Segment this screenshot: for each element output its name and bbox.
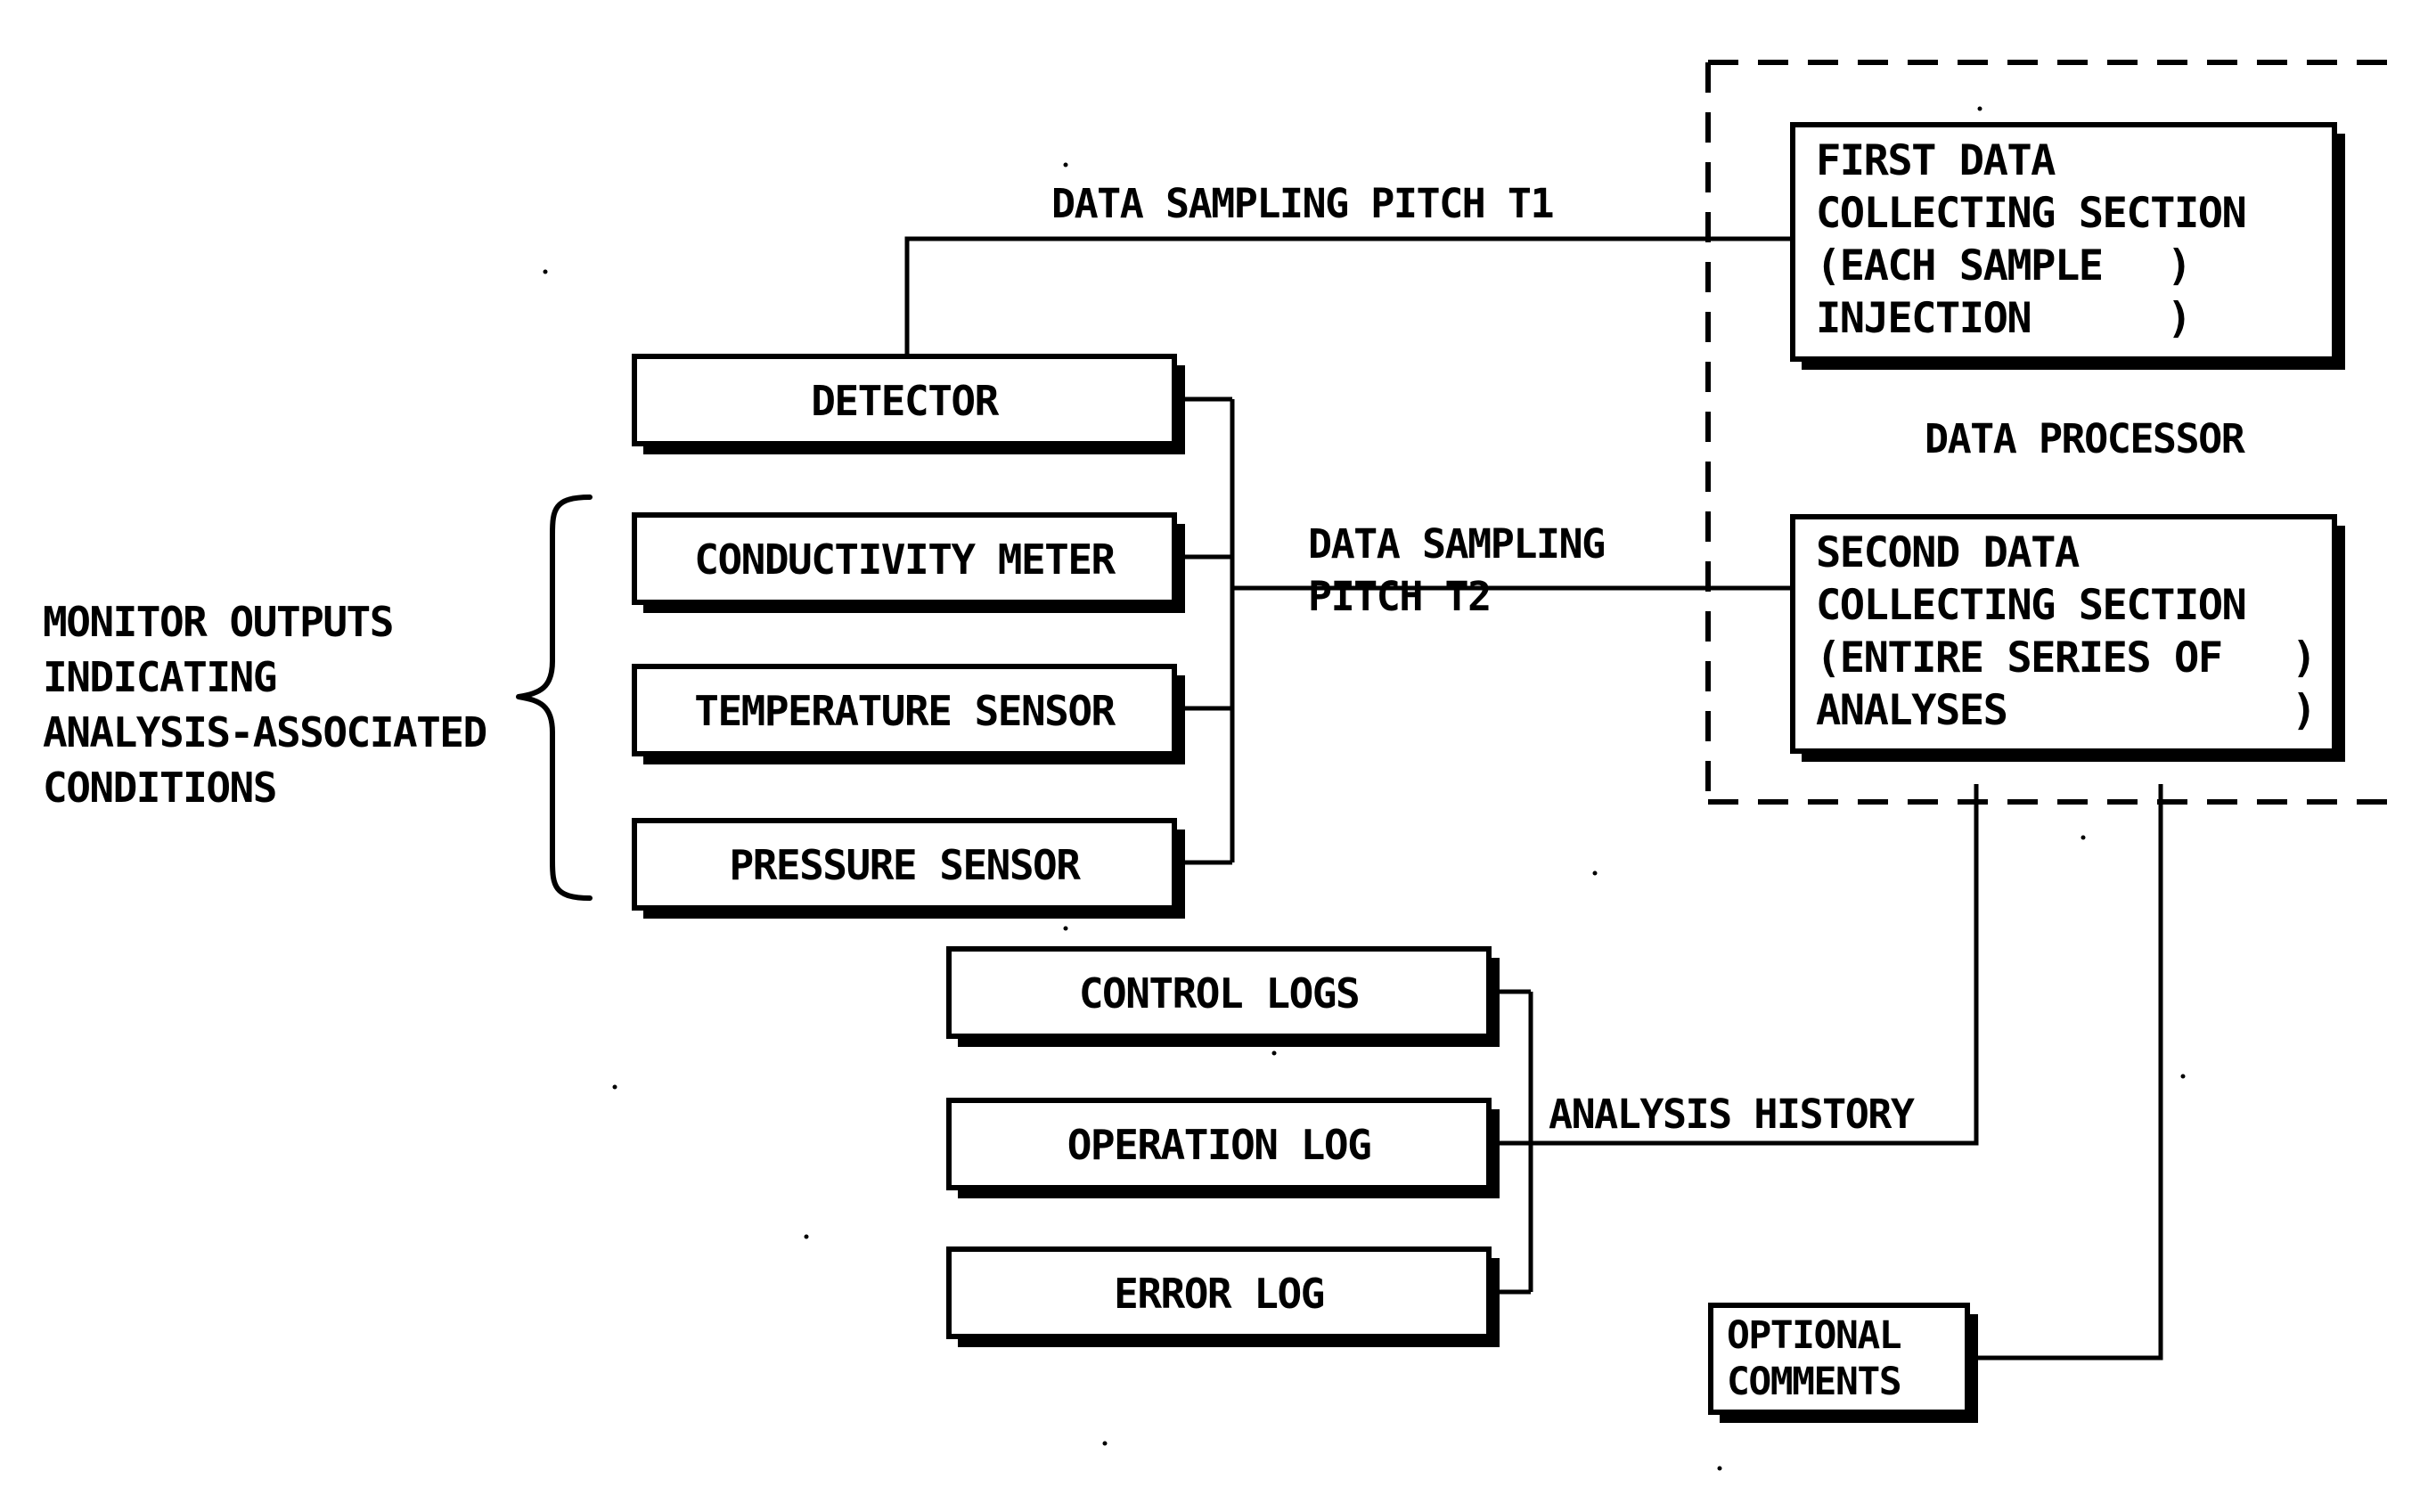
monitor-group-brace [516, 494, 593, 901]
data-sampling-pitch-t1-label: DATA SAMPLING PITCH T1 [1051, 180, 1553, 227]
box-temperature-sensor[interactable]: TEMPERATURE SENSOR [632, 664, 1185, 764]
second-data-paren-top: ) [2292, 633, 2316, 682]
conductivity-meter-label: CONDUCTIVITY METER [694, 535, 1116, 584]
box-conductivity-meter[interactable]: CONDUCTIVITY METER [632, 512, 1185, 613]
box-detector[interactable]: DETECTOR [632, 354, 1185, 454]
block-diagram-canvas: DETECTOR CONDUCTIVITY METER TEMPERATURE … [43, 60, 2406, 1471]
analysis-history-label: ANALYSIS HISTORY [1549, 1091, 1915, 1138]
wire-analysis-history-to-second-data [1531, 784, 1979, 1146]
wire-optional-comments-to-second-data [1976, 784, 2163, 1361]
first-data-label-line4: INJECTION [1816, 294, 2031, 343]
first-data-label-line2: COLLECTING SECTION [1816, 189, 2245, 238]
side-label-line-3: ANALYSIS-ASSOCIATED [43, 708, 486, 756]
box-pressure-sensor[interactable]: PRESSURE SENSOR [632, 818, 1185, 919]
data-processor-label: DATA PROCESSOR [1925, 415, 2246, 462]
optional-comments-label-line1: OPTIONAL [1727, 1313, 1901, 1358]
second-data-paren-bottom: ) [2292, 686, 2316, 735]
error-log-label: ERROR LOG [1114, 1270, 1324, 1318]
box-control-logs[interactable]: CONTROL LOGS [946, 946, 1500, 1047]
monitor-outputs-side-label: MONITOR OUTPUTS INDICATING ANALYSIS-ASSO… [43, 598, 487, 812]
operation-log-label: OPERATION LOG [1067, 1121, 1371, 1169]
wire-detector-to-first-data [904, 236, 1791, 356]
side-label-line-1: MONITOR OUTPUTS [43, 598, 393, 646]
control-logs-label: CONTROL LOGS [1079, 969, 1359, 1018]
second-data-label-line2: COLLECTING SECTION [1816, 581, 2245, 630]
second-data-label-line1: SECOND DATA [1816, 528, 2080, 577]
box-first-data-collecting-section[interactable]: FIRST DATA COLLECTING SECTION (EACH SAMP… [1790, 122, 2345, 370]
first-data-paren-bottom: ) [2167, 294, 2191, 343]
optional-comments-label-line2: COMMENTS [1727, 1360, 1901, 1404]
box-operation-log[interactable]: OPERATION LOG [946, 1098, 1500, 1198]
box-optional-comments[interactable]: OPTIONAL COMMENTS [1708, 1303, 1978, 1423]
temperature-sensor-label: TEMPERATURE SENSOR [694, 687, 1116, 735]
second-data-label-line4: ANALYSES [1816, 686, 2007, 735]
brace-path [516, 494, 593, 901]
data-sampling-pitch-t2-label-line2: PITCH T2 [1308, 573, 1491, 620]
data-sampling-pitch-t2-label-line1: DATA SAMPLING [1308, 520, 1605, 568]
box-error-log[interactable]: ERROR LOG [946, 1246, 1500, 1347]
second-data-label-line3: (ENTIRE SERIES OF [1816, 633, 2222, 682]
first-data-label-line3: (EACH SAMPLE [1816, 241, 2103, 290]
detector-label: DETECTOR [811, 377, 999, 425]
side-label-line-2: INDICATING [43, 653, 276, 701]
diagram-page: DETECTOR CONDUCTIVITY METER TEMPERATURE … [0, 0, 2428, 1512]
pressure-sensor-label: PRESSURE SENSOR [730, 841, 1082, 889]
side-label-line-4: CONDITIONS [43, 764, 276, 812]
first-data-label-line1: FIRST DATA [1816, 136, 2056, 185]
first-data-paren-top: ) [2167, 241, 2191, 290]
box-second-data-collecting-section[interactable]: SECOND DATA COLLECTING SECTION (ENTIRE S… [1790, 514, 2345, 762]
